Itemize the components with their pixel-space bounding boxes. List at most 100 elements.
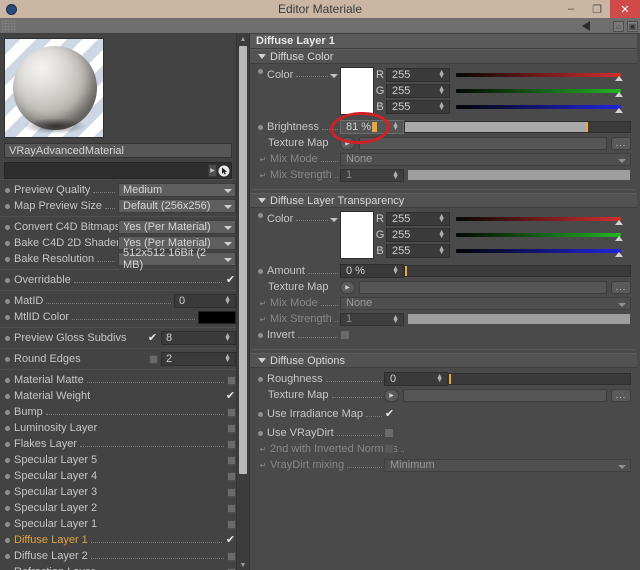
- channel-slider-g[interactable]: [456, 88, 623, 97]
- channel-slider-b[interactable]: [456, 104, 623, 113]
- channel-slider-r[interactable]: [456, 72, 623, 81]
- texture-map-browse-button[interactable]: ...: [611, 280, 631, 294]
- channel-slider-b[interactable]: [456, 248, 623, 257]
- spinner-icon[interactable]: ▲ ▼: [438, 101, 445, 112]
- property-checkbox[interactable]: [227, 519, 236, 529]
- property-number-input[interactable]: 0 ▲ ▼: [174, 294, 236, 308]
- texture-map-browse-button[interactable]: ...: [611, 388, 631, 402]
- material-preview-sphere[interactable]: [4, 38, 104, 138]
- lock-icon[interactable]: ⌂: [613, 20, 624, 32]
- color-swatch[interactable]: [340, 67, 374, 115]
- channel-input-r[interactable]: 255 ▲ ▼: [386, 212, 450, 226]
- amount-slider[interactable]: [404, 265, 631, 277]
- property-checkbox[interactable]: [227, 439, 236, 449]
- invert-checkbox[interactable]: [340, 330, 350, 340]
- dot-leader: [90, 551, 224, 559]
- property-select[interactable]: Medium: [118, 183, 236, 197]
- channel-input-r[interactable]: 255 ▲ ▼: [386, 68, 450, 82]
- channel-input-b[interactable]: 255 ▲ ▼: [386, 100, 450, 114]
- close-button[interactable]: ✕: [610, 0, 640, 18]
- spinner-icon[interactable]: ▲ ▼: [436, 373, 443, 384]
- texture-map-arrow-icon[interactable]: ▶: [384, 388, 399, 402]
- roughness-slider[interactable]: [448, 373, 631, 385]
- color-swatch[interactable]: [340, 211, 374, 259]
- brightness-slider[interactable]: [404, 121, 631, 133]
- property-checkbox[interactable]: [227, 551, 236, 561]
- minimize-button[interactable]: –: [558, 0, 584, 18]
- pointer-cursor-icon[interactable]: [217, 163, 231, 178]
- scrollbar-thumb[interactable]: [239, 46, 247, 474]
- arrow-right-icon[interactable]: ▶: [208, 164, 217, 177]
- spinner-icon[interactable]: ▲ ▼: [438, 229, 445, 240]
- color-expand-icon[interactable]: [330, 74, 338, 78]
- channel-slider-r[interactable]: [456, 216, 623, 225]
- spinner-icon[interactable]: ▲ ▼: [438, 245, 445, 256]
- property-checkbox[interactable]: [227, 375, 236, 385]
- inverted-normals-checkbox[interactable]: [384, 444, 394, 454]
- mix-strength-input[interactable]: 1 ▲ ▼: [340, 312, 404, 326]
- color-expand-icon[interactable]: [330, 218, 338, 222]
- drag-grip-icon[interactable]: [2, 19, 16, 32]
- spinner-icon[interactable]: ▲ ▼: [392, 314, 399, 325]
- channel-slider-g[interactable]: [456, 232, 623, 241]
- texture-map-field[interactable]: [359, 136, 607, 150]
- property-select[interactable]: Default (256x256): [118, 199, 236, 213]
- property-checkbox[interactable]: ✔: [225, 391, 236, 402]
- spinner-icon[interactable]: ▲ ▼: [438, 213, 445, 224]
- spinner-icon[interactable]: ▲ ▼: [438, 85, 445, 96]
- roughness-row: Roughness 0 ▲ ▼: [254, 371, 631, 387]
- mix-strength-slider[interactable]: [407, 169, 631, 181]
- brightness-input[interactable]: 81 % ▲ ▼: [340, 120, 404, 134]
- mix-mode-select[interactable]: None: [340, 296, 631, 310]
- spinner-icon[interactable]: ▲ ▼: [392, 265, 399, 276]
- scroll-down-icon[interactable]: ▼: [237, 560, 249, 570]
- texture-map-arrow-icon[interactable]: ▶: [340, 136, 355, 150]
- spinner-icon[interactable]: ▲ ▼: [224, 295, 231, 306]
- texture-map-arrow-icon[interactable]: ▶: [340, 280, 355, 294]
- channel-input-g[interactable]: 255 ▲ ▼: [386, 84, 450, 98]
- spinner-icon[interactable]: ▲ ▼: [392, 121, 399, 132]
- material-link-field[interactable]: ▶: [4, 162, 232, 179]
- use-vraydirt-checkbox[interactable]: [384, 428, 394, 438]
- mix-strength-slider[interactable]: [407, 313, 631, 325]
- left-scrollbar[interactable]: ▲ ▼: [236, 34, 250, 570]
- property-checkbox[interactable]: [227, 423, 236, 433]
- channel-input-b[interactable]: 255 ▲ ▼: [386, 244, 450, 258]
- mix-strength-input[interactable]: 1 ▲ ▼: [340, 168, 404, 182]
- property-checkbox[interactable]: [227, 471, 236, 481]
- property-select[interactable]: Yes (Per Material): [118, 220, 236, 234]
- scroll-up-icon[interactable]: ▲: [237, 34, 249, 44]
- vraydirt-mixing-select[interactable]: Minimum: [384, 458, 631, 472]
- property-number-input[interactable]: 2 ▲ ▼: [161, 352, 236, 366]
- property-checkbox[interactable]: [227, 455, 236, 465]
- channel-input-g[interactable]: 255 ▲ ▼: [386, 228, 450, 242]
- property-checkbox[interactable]: [149, 354, 158, 364]
- texture-map-field[interactable]: [359, 280, 607, 294]
- texture-map-field[interactable]: [403, 388, 607, 402]
- pin-icon[interactable]: ▣: [627, 20, 638, 32]
- property-checkbox[interactable]: ✔: [225, 275, 236, 286]
- mix-mode-select[interactable]: None: [340, 152, 631, 166]
- property-number-input[interactable]: 8 ▲ ▼: [161, 331, 236, 345]
- texture-map-browse-button[interactable]: ...: [611, 136, 631, 150]
- color-swatch[interactable]: [198, 310, 236, 324]
- property-checkbox[interactable]: [227, 487, 236, 497]
- property-checkbox[interactable]: [227, 503, 236, 513]
- spinner-icon[interactable]: ▲ ▼: [224, 353, 231, 364]
- section-diffuse-color[interactable]: Diffuse Color: [250, 49, 637, 64]
- spinner-icon[interactable]: ▲ ▼: [392, 170, 399, 181]
- spinner-icon[interactable]: ▲ ▼: [438, 69, 445, 80]
- section-diffuse-transparency[interactable]: Diffuse Layer Transparency: [250, 193, 637, 208]
- spinner-icon[interactable]: ▲ ▼: [224, 332, 231, 343]
- property-select[interactable]: 512x512 16Bit (2 MB): [118, 247, 236, 271]
- use-irradiance-checkbox[interactable]: ✔: [384, 409, 395, 420]
- maximize-button[interactable]: ❐: [584, 0, 610, 18]
- property-checkbox[interactable]: ✔: [147, 333, 158, 344]
- roughness-input[interactable]: 0 ▲ ▼: [384, 372, 448, 386]
- property-checkbox[interactable]: ✔: [225, 535, 236, 546]
- triangle-left-icon[interactable]: [582, 21, 590, 31]
- section-diffuse-options[interactable]: Diffuse Options: [250, 353, 637, 368]
- material-name-field[interactable]: VRayAdvancedMaterial: [4, 143, 232, 158]
- property-checkbox[interactable]: [227, 407, 236, 417]
- amount-input[interactable]: 0 % ▲ ▼: [340, 264, 404, 278]
